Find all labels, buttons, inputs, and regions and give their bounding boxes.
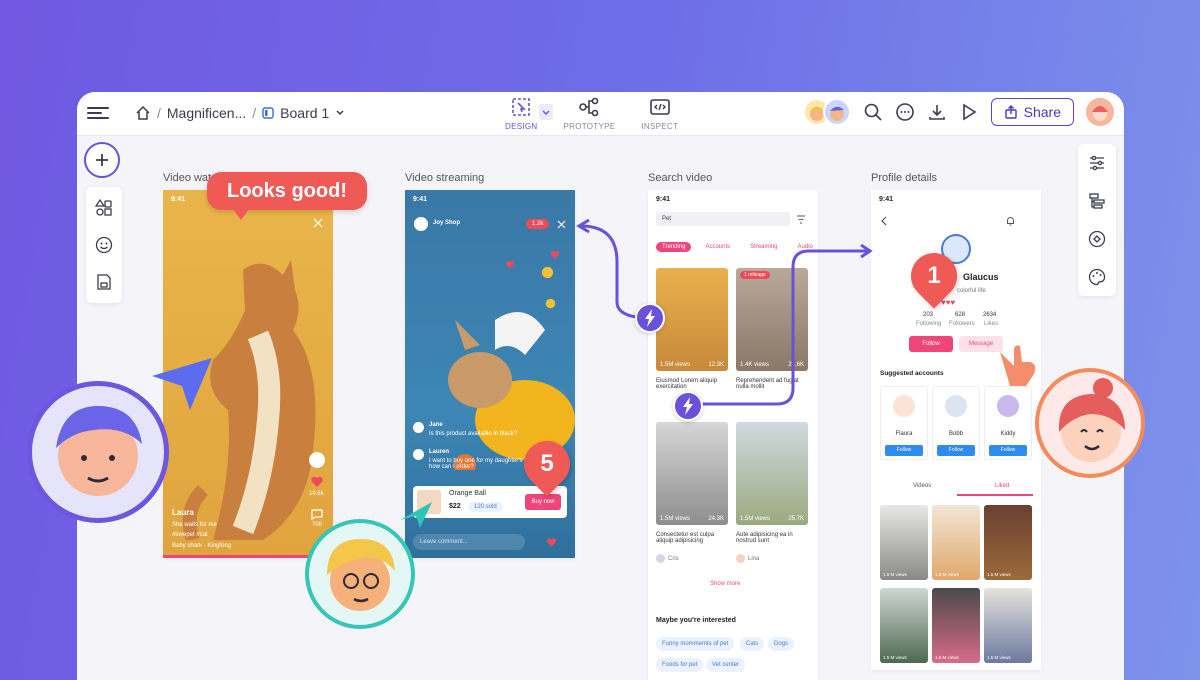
- interaction-node[interactable]: [635, 303, 665, 333]
- pin-number: 1: [927, 262, 941, 289]
- lightning-icon: [683, 397, 693, 415]
- collaborator-avatar: [1035, 368, 1145, 478]
- collaborator-avatar: [305, 519, 415, 629]
- pin-number: 5: [540, 450, 554, 477]
- collaborator-avatar: [27, 381, 169, 523]
- comment-bubble[interactable]: Looks good!: [207, 172, 367, 220]
- interaction-node[interactable]: [673, 391, 703, 421]
- comment-pin[interactable]: 5: [514, 431, 580, 497]
- lightning-icon: [645, 309, 655, 327]
- comment-pin[interactable]: 1: [901, 243, 967, 309]
- hand-cursor-icon: [1000, 345, 1036, 386]
